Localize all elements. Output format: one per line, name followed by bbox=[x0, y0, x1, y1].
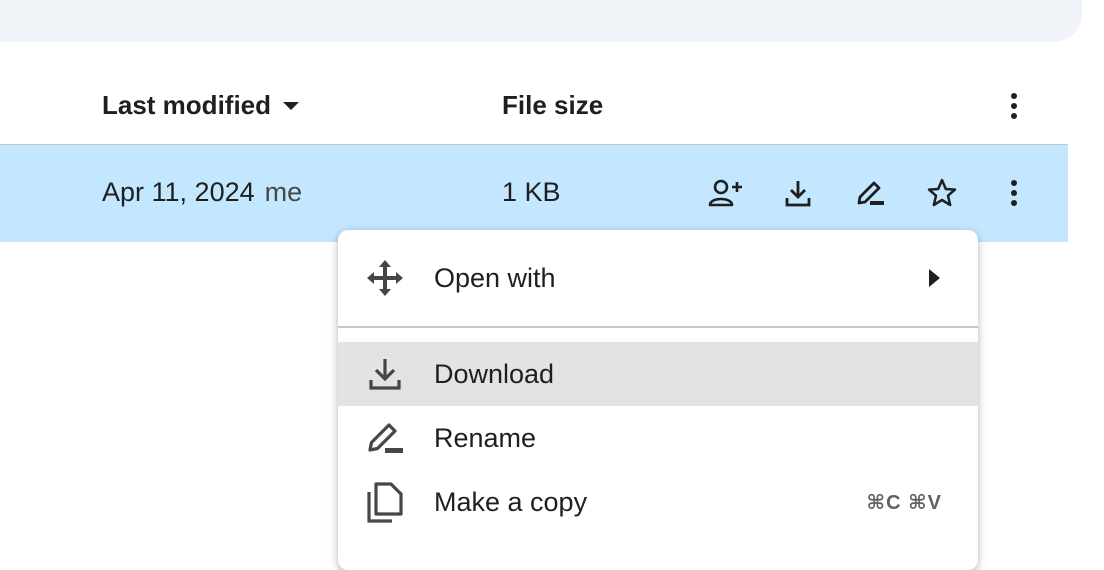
open-with-icon bbox=[364, 257, 406, 299]
menu-item-rename[interactable]: Rename bbox=[338, 406, 978, 470]
modified-date: Apr 11, 2024 bbox=[102, 177, 255, 207]
submenu-arrow-icon bbox=[929, 269, 940, 287]
more-actions-button[interactable] bbox=[994, 173, 1034, 213]
last-modified-cell: Apr 11, 2024 me bbox=[102, 177, 302, 208]
file-size-label: File size bbox=[502, 90, 604, 120]
menu-divider bbox=[338, 326, 978, 328]
more-vert-icon bbox=[1011, 93, 1017, 119]
download-label: Download bbox=[434, 358, 555, 389]
table-row[interactable]: Apr 11, 2024 me 1 KB bbox=[0, 145, 1068, 242]
file-size-header[interactable]: File size bbox=[502, 90, 603, 121]
column-header-row: Last modified File size bbox=[0, 66, 1068, 145]
rename-icon bbox=[857, 181, 884, 205]
download-button[interactable] bbox=[778, 173, 818, 213]
star-button[interactable] bbox=[922, 173, 962, 213]
menu-item-open-with[interactable]: Open with bbox=[338, 246, 978, 310]
file-size-cell: 1 KB bbox=[502, 177, 561, 207]
copy-icon bbox=[364, 481, 406, 523]
more-vert-icon bbox=[1011, 180, 1017, 206]
rename-label: Rename bbox=[434, 422, 537, 453]
copy-shortcut: ⌘C ⌘V bbox=[866, 491, 942, 514]
search-bar-area bbox=[0, 0, 1082, 42]
download-icon bbox=[785, 181, 811, 207]
modified-by: me bbox=[264, 177, 303, 207]
open-with-label: Open with bbox=[434, 262, 556, 293]
share-button[interactable] bbox=[706, 173, 746, 213]
column-options-button[interactable] bbox=[998, 86, 1030, 126]
context-menu: Open with Download Rename Make a copy ⌘C… bbox=[338, 230, 978, 570]
rename-button[interactable] bbox=[850, 173, 890, 213]
menu-item-download[interactable]: Download bbox=[338, 342, 978, 406]
make-a-copy-label: Make a copy bbox=[434, 486, 588, 517]
menu-item-make-a-copy[interactable]: Make a copy ⌘C ⌘V bbox=[338, 470, 978, 534]
last-modified-header[interactable]: Last modified bbox=[102, 90, 301, 121]
rename-icon bbox=[364, 417, 406, 459]
last-modified-label: Last modified bbox=[102, 90, 272, 120]
sort-desc-icon bbox=[283, 101, 300, 110]
star-icon bbox=[927, 178, 957, 207]
download-icon bbox=[364, 353, 406, 395]
share-icon bbox=[708, 179, 742, 207]
